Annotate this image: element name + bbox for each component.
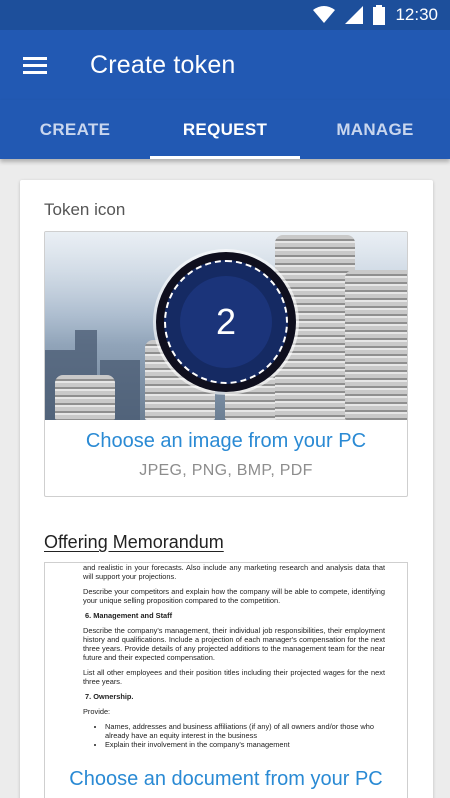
token-badge: 2 [156,252,296,392]
cellular-signal-icon [345,6,364,24]
doc-paragraph: Describe your competitors and explain ho… [83,587,385,605]
doc-bullet: Explain their involvement in the company… [105,740,385,749]
tab-bar: CREATE REQUEST MANAGE [0,100,450,159]
doc-paragraph: List all other employees and their posit… [83,668,385,686]
choose-document-link[interactable]: Choose an document from your PC [45,768,407,791]
tab-request[interactable]: REQUEST [150,100,300,159]
status-bar: 12:30 [0,0,450,30]
battery-icon [373,5,386,25]
offering-memorandum-label: Offering Memorandum [44,532,224,552]
request-card: Token icon 2 Choose an image from your P… [20,180,433,798]
document-preview: and realistic in your forecasts. Also in… [45,563,407,751]
status-time: 12:30 [395,5,438,24]
app-bar: Create token [0,30,450,100]
page-title: Create token [90,50,236,79]
choose-image-link[interactable]: Choose an image from your PC [45,430,407,453]
hamburger-menu-icon[interactable] [0,30,70,100]
tab-manage[interactable]: MANAGE [300,100,450,159]
tab-create[interactable]: CREATE [0,100,150,159]
doc-heading: 7. Ownership. [85,692,134,701]
token-badge-number: 2 [180,276,272,368]
token-image-preview: 2 [45,232,407,420]
doc-heading: 6. Management and Staff [85,611,173,620]
token-icon-label: Token icon [44,200,126,219]
doc-bullet: Names, addresses and business affiliatio… [105,722,385,740]
doc-paragraph: Provide: [83,707,111,716]
memorandum-upload[interactable]: and realistic in your forecasts. Also in… [44,562,408,798]
doc-paragraph: Describe the company's management, their… [83,626,385,662]
image-formats: JPEG, PNG, BMP, PDF [139,462,313,479]
wifi-icon [313,6,336,23]
doc-paragraph: and realistic in your forecasts. Also in… [83,563,385,581]
token-icon-upload[interactable]: 2 Choose an image from your PC JPEG, PNG… [44,231,408,497]
